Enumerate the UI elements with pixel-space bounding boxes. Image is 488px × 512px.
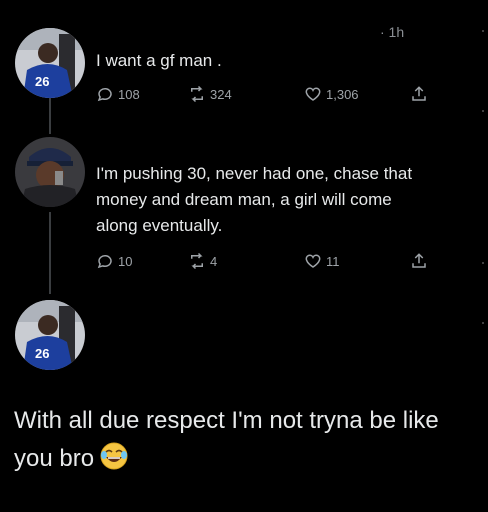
tweet-actions: 108 324 1,306 xyxy=(96,85,446,109)
reply-caption-text: With all due respect I'm not tryna be li… xyxy=(14,407,439,472)
avatar[interactable]: 26 xyxy=(15,300,85,370)
edge-dot xyxy=(482,262,484,264)
edge-dot xyxy=(482,30,484,32)
edge-dot xyxy=(482,110,484,112)
reply-button[interactable]: 10 xyxy=(96,252,132,270)
reply-count: 10 xyxy=(118,253,133,269)
share-icon xyxy=(412,86,426,101)
tweet-text: I want a gf man . xyxy=(96,51,222,70)
share-button[interactable] xyxy=(410,252,428,270)
like-button[interactable]: 11 xyxy=(304,252,340,270)
tweet-actions: 10 4 11 xyxy=(96,252,446,276)
tweet-text-line: I'm pushing 30, never had one, chase tha… xyxy=(96,164,413,183)
reply-caption: With all due respect I'm not tryna be li… xyxy=(14,402,484,482)
edge-dot xyxy=(482,322,484,324)
tweet-text-line: money and dream man, a girl will come xyxy=(96,190,392,209)
retweet-icon xyxy=(191,252,203,270)
share-icon xyxy=(412,253,426,268)
thread-line-2 xyxy=(49,212,51,294)
like-button[interactable]: 1,306 xyxy=(304,85,359,103)
tweet-text-line: along eventually. xyxy=(96,216,223,235)
laughing-crying-face-emoji-icon xyxy=(100,442,128,482)
retweet-button[interactable]: 4 xyxy=(188,252,217,270)
avatar[interactable]: 26 xyxy=(15,28,85,98)
svg-text:26: 26 xyxy=(35,346,49,361)
retweet-count: 4 xyxy=(210,253,218,269)
heart-icon xyxy=(305,87,321,101)
retweet-button[interactable]: 324 xyxy=(188,85,232,103)
reply-button[interactable]: 108 xyxy=(96,85,140,103)
reply-icon xyxy=(97,255,112,269)
like-count: 1,306 xyxy=(326,86,359,102)
share-button[interactable] xyxy=(410,85,428,103)
thread-line-1 xyxy=(49,98,51,134)
tweet-timestamp: · 1h xyxy=(380,24,405,40)
retweet-icon xyxy=(191,85,203,103)
svg-text:26: 26 xyxy=(35,74,49,89)
like-count: 11 xyxy=(326,253,340,269)
retweet-count: 324 xyxy=(210,86,232,102)
avatar[interactable] xyxy=(15,137,85,207)
reply-count: 108 xyxy=(118,86,140,102)
heart-icon xyxy=(305,254,321,268)
reply-icon xyxy=(97,88,112,102)
